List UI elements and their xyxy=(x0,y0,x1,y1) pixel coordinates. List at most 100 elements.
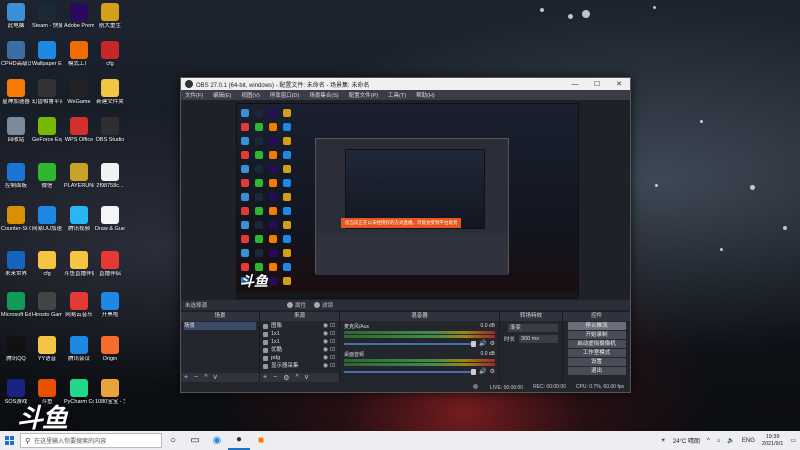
desktop-icon[interactable]: Steam - 快捷方式 xyxy=(32,3,62,30)
lock-icon[interactable]: ⊡ xyxy=(329,338,336,346)
desktop-icon[interactable]: PLAYERUNKNOWN'S BATTLEGR... xyxy=(64,163,94,190)
move-source-up-button[interactable]: ^ xyxy=(295,374,298,381)
desktop-icon[interactable]: 开黑啦 xyxy=(95,292,125,319)
eye-icon[interactable]: ◉ xyxy=(322,354,329,362)
volume-slider[interactable] xyxy=(344,368,477,375)
gear-icon[interactable]: ⚙ xyxy=(490,340,495,347)
close-button[interactable]: ✕ xyxy=(608,80,630,88)
desktop-icon[interactable]: WPS Office xyxy=(64,117,94,144)
desktop-icon[interactable]: 斗鱼直播伴侣 xyxy=(64,251,94,278)
move-scene-up-button[interactable]: ^ xyxy=(204,374,207,381)
volume-slider[interactable] xyxy=(344,340,477,347)
preview-canvas[interactable]: 您当前正在以未经授权的方式直播，可能会受到平台处罚 斗鱼 xyxy=(236,103,579,299)
menu-tools[interactable]: 工具(T) xyxy=(388,91,406,99)
move-source-down-button[interactable]: v xyxy=(305,374,309,381)
desktop-icon[interactable]: Counter-St Global Off... xyxy=(1,206,31,233)
eye-icon[interactable]: ◉ xyxy=(322,322,329,330)
chevron-up-icon[interactable]: ^ xyxy=(707,438,710,444)
desktop-icon[interactable]: 腾讯视频 xyxy=(64,206,94,233)
desktop-icon[interactable]: 航大重生 xyxy=(95,3,125,30)
menu-view[interactable]: 视图(V) xyxy=(241,91,259,99)
desktop-icon[interactable]: WeGame xyxy=(64,79,94,106)
menu-file[interactable]: 文件(F) xyxy=(185,91,203,99)
start-virtual-camera-button[interactable]: 启动虚拟摄像机 xyxy=(567,340,626,348)
desktop-icon[interactable]: 网易UU加速器 xyxy=(32,206,62,233)
gear-icon[interactable]: ⚙ xyxy=(490,368,495,375)
source-item[interactable]: pdg ◉ ⊡ xyxy=(263,354,336,362)
maximize-button[interactable]: ☐ xyxy=(586,80,608,88)
desktop-icon[interactable]: Wallpaper Engine: ... xyxy=(32,41,62,68)
stop-streaming-button[interactable]: 停止推流 xyxy=(567,322,626,330)
source-item[interactable]: 图像 ◉ ⊡ xyxy=(263,322,336,330)
taskbar-search[interactable]: ⚲ 在这里输入你要搜索的内容 xyxy=(20,433,162,448)
lock-icon[interactable]: ⊡ xyxy=(329,322,336,330)
scene-item[interactable]: 场景 xyxy=(184,322,256,330)
eye-icon[interactable]: ◉ xyxy=(322,338,329,346)
desktop-icon[interactable]: Microsoft Edge xyxy=(1,292,31,319)
desktop-icon[interactable]: 模式工厂 xyxy=(64,41,94,68)
exit-button[interactable]: 退出 xyxy=(567,367,626,375)
clock[interactable]: 19:39 2021/9/1 xyxy=(762,434,783,447)
speaker-icon[interactable]: 🔊 xyxy=(479,368,486,375)
source-item[interactable]: 1x1 ◉ ⊡ xyxy=(263,338,336,346)
eye-icon[interactable]: ◉ xyxy=(322,346,329,354)
notification-icon[interactable]: ▭ xyxy=(790,437,796,444)
douyu-taskbar-icon[interactable]: ■ xyxy=(250,431,272,450)
desktop-icon[interactable]: cfg xyxy=(95,41,125,68)
desktop-icon[interactable]: 未来世界 xyxy=(1,251,31,278)
lock-icon[interactable]: ⊡ xyxy=(329,354,336,362)
filters-button[interactable]: 滤镜 xyxy=(314,301,333,309)
desktop-icon[interactable]: 腾讯QQ xyxy=(1,336,31,363)
weather-icon[interactable]: ☀ xyxy=(660,437,665,444)
lock-icon[interactable]: ⊡ xyxy=(329,362,336,370)
desktop-icon[interactable]: 直播伴侣 xyxy=(95,251,125,278)
menu-profile[interactable]: 配置文件(P) xyxy=(349,91,378,99)
desktop-icon[interactable]: 腾讯会议 xyxy=(64,336,94,363)
desktop-icon[interactable]: PyCharm Communi... xyxy=(64,379,94,406)
studio-mode-button[interactable]: 工作室模式 xyxy=(567,349,626,357)
eye-icon[interactable]: ◉ xyxy=(322,330,329,338)
desktop-icon[interactable]: 星神加速器 xyxy=(1,79,31,106)
desktop-icon[interactable]: 微信 xyxy=(32,163,62,190)
eye-icon[interactable]: ◉ xyxy=(322,362,329,370)
desktop-icon[interactable]: CPHD高级识别大王 xyxy=(1,41,31,68)
desktop-icon[interactable]: 控制面板 xyxy=(1,163,31,190)
lock-icon[interactable]: ⊡ xyxy=(329,330,336,338)
obs-title-bar[interactable]: OBS 27.0.1 (64-bit, windows) - 配置文件: 未命名… xyxy=(181,78,630,90)
menu-edit[interactable]: 编辑(E) xyxy=(213,91,231,99)
source-settings-icon[interactable]: ⚙ xyxy=(283,374,289,382)
minimize-button[interactable]: — xyxy=(564,81,586,88)
menu-help[interactable]: 帮助(H) xyxy=(416,91,435,99)
duration-input[interactable]: 300 ms xyxy=(519,335,558,343)
desktop-icon[interactable]: 1080宝宝 - 文... xyxy=(95,379,125,406)
desktop-icon[interactable]: 2f98758c... xyxy=(95,163,125,190)
desktop-icon[interactable]: Origin xyxy=(95,336,125,363)
source-item[interactable]: 显示器采集 ◉ ⊡ xyxy=(263,362,336,370)
start-recording-button[interactable]: 开始录制 xyxy=(567,331,626,339)
move-scene-down-button[interactable]: v xyxy=(213,374,217,381)
desktop-icon[interactable]: 新建文件夹 xyxy=(95,79,125,106)
remove-source-button[interactable]: − xyxy=(273,374,277,381)
language-indicator[interactable]: ENG xyxy=(742,438,755,444)
desktop-icon[interactable]: 网易云音乐 xyxy=(64,292,94,319)
source-item[interactable]: 优酷 ◉ ⊡ xyxy=(263,346,336,354)
task-view-icon[interactable]: ○ xyxy=(162,431,184,450)
desktop-icon[interactable]: Hirosto Gami... xyxy=(32,292,62,319)
menu-docks[interactable]: 停靠窗口(D) xyxy=(270,91,300,99)
add-scene-button[interactable]: + xyxy=(184,374,188,381)
transition-type-select[interactable]: 渐变 xyxy=(508,324,558,332)
network-icon[interactable]: ⌂ xyxy=(717,438,721,444)
desktop-icon[interactable]: 幻兽帕鲁平台 xyxy=(32,79,62,106)
settings-button[interactable]: 设置 xyxy=(567,358,626,366)
volume-icon[interactable]: 🔈 xyxy=(727,437,734,444)
task-view-button[interactable]: ▭ xyxy=(184,431,206,450)
desktop-icon[interactable]: 此电脑 xyxy=(1,3,31,30)
desktop-icon[interactable]: OBS Studio xyxy=(95,117,125,144)
desktop-icon[interactable]: YY语音 xyxy=(32,336,62,363)
desktop-icon[interactable]: cfg xyxy=(32,251,62,278)
source-item[interactable]: 1x1 ◉ ⊡ xyxy=(263,330,336,338)
speaker-icon[interactable]: 🔊 xyxy=(479,340,486,347)
lock-icon[interactable]: ⊡ xyxy=(329,346,336,354)
properties-button[interactable]: 属性 xyxy=(287,301,306,309)
remove-scene-button[interactable]: − xyxy=(194,374,198,381)
